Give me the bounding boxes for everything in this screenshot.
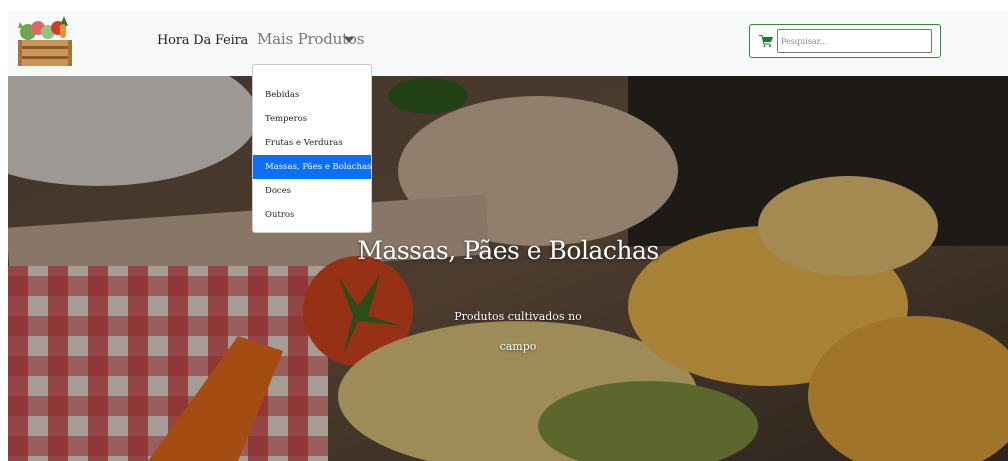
hero-banner: Massas, Pães e Bolachas Produtos cultiva… bbox=[8, 76, 1008, 461]
dropdown-item-outros[interactable]: Outros bbox=[253, 203, 371, 227]
hero-title: Massas, Pães e Bolachas bbox=[357, 236, 659, 265]
search-input[interactable] bbox=[777, 29, 932, 53]
hero-dark-overlay bbox=[8, 76, 1008, 461]
products-dropdown-menu: Bebidas Temperos Frutas e Verduras Massa… bbox=[252, 64, 372, 233]
top-strip bbox=[0, 0, 1008, 10]
dropdown-item-doces[interactable]: Doces bbox=[253, 179, 371, 203]
navbar: Hora Da Feira Mais Produtos bbox=[8, 10, 1008, 76]
produce-crate-logo-icon[interactable] bbox=[14, 12, 76, 68]
dropdown-item-temperos[interactable]: Temperos bbox=[253, 107, 371, 131]
dropdown-item-frutas-e-verduras[interactable]: Frutas e Verduras bbox=[253, 131, 371, 155]
hero-subtitle: Produtos cultivados no campo bbox=[454, 310, 582, 353]
search-form bbox=[749, 24, 941, 58]
shopping-cart-icon[interactable] bbox=[759, 35, 773, 47]
nav-link-hora-da-feira[interactable]: Hora Da Feira bbox=[157, 33, 248, 48]
dropdown-item-massas-paes-e-bolachas[interactable]: Massas, Pães e Bolachas bbox=[253, 155, 371, 179]
caret-down-icon[interactable] bbox=[344, 37, 354, 43]
dropdown-item-bebidas[interactable]: Bebidas bbox=[253, 83, 371, 107]
